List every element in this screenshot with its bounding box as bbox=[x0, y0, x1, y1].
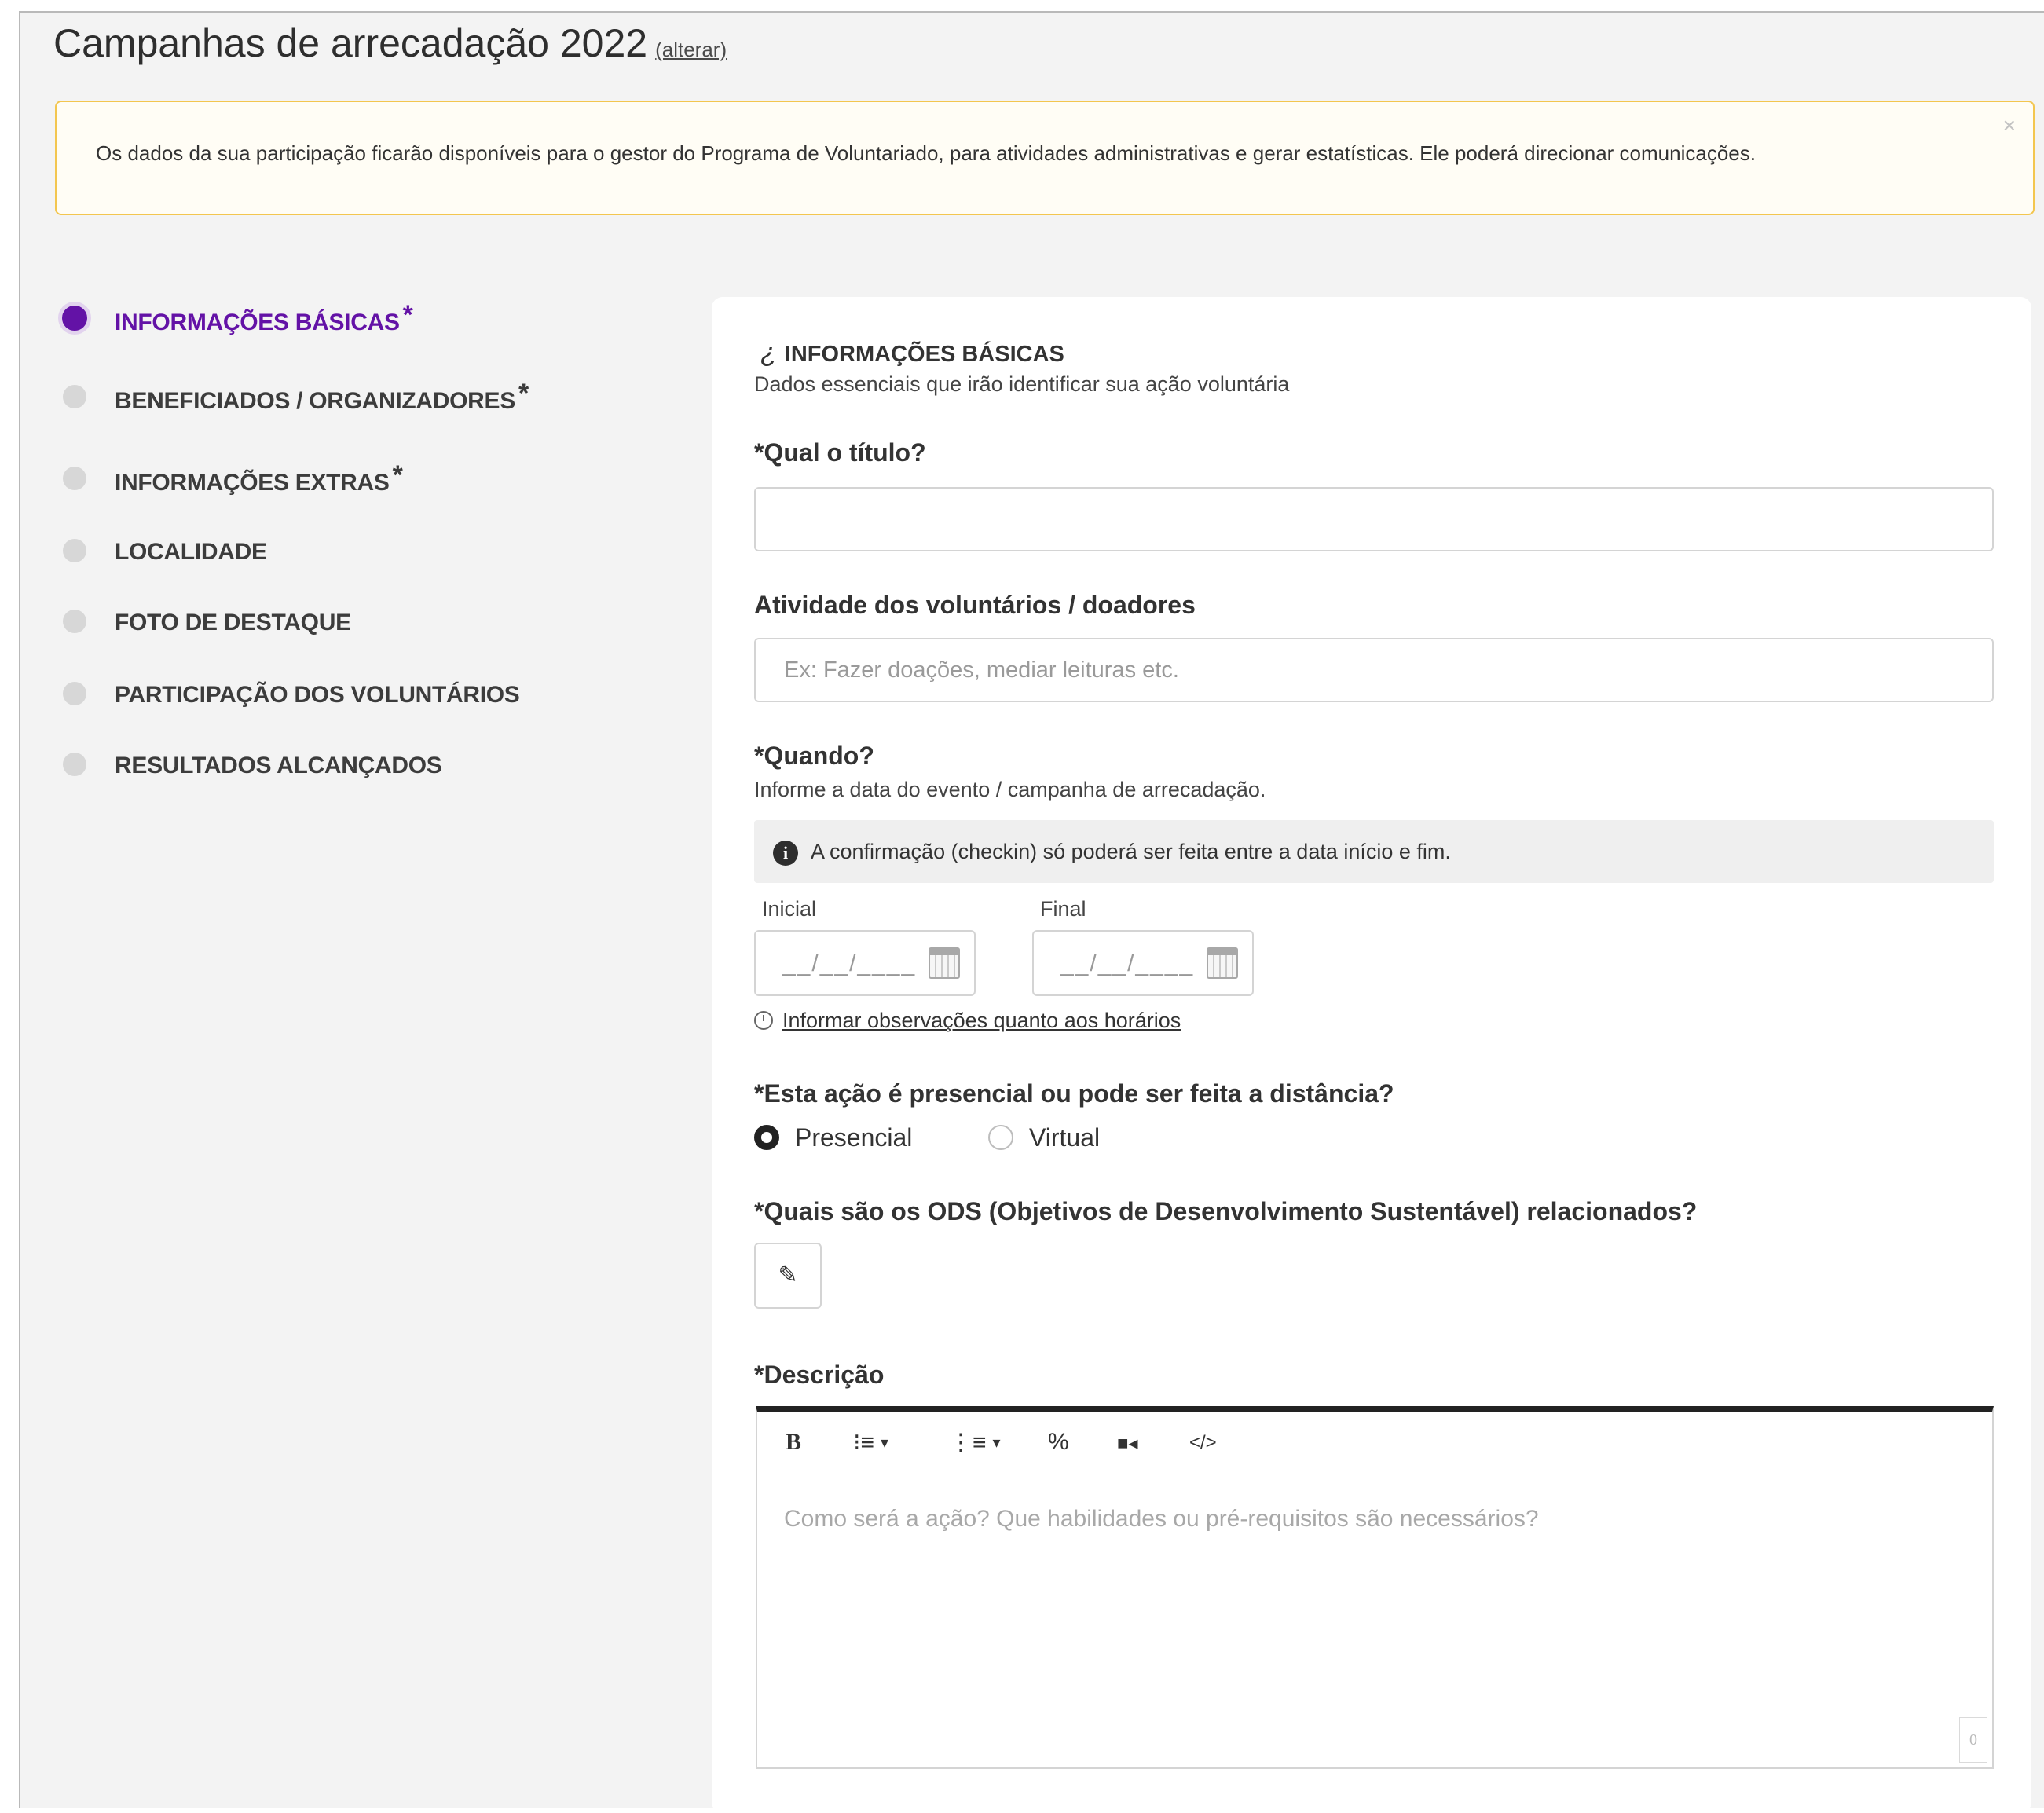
radio-checked-icon[interactable] bbox=[754, 1125, 779, 1150]
start-date-label: Inicial bbox=[762, 897, 817, 921]
info-icon: i bbox=[773, 841, 798, 866]
end-date-field[interactable]: __/__/____ bbox=[1032, 930, 1254, 996]
unordered-list-button[interactable]: ⋮≡ ▾ bbox=[949, 1429, 1001, 1456]
radio-virtual[interactable]: Virtual bbox=[988, 1123, 1100, 1152]
editor-toolbar: B ⁝≡ ▾ ⋮≡ ▾ % ■◂ </> bbox=[757, 1412, 1992, 1478]
description-editor[interactable]: B ⁝≡ ▾ ⋮≡ ▾ % ■◂ </> Como será a ação? Que… bbox=[756, 1406, 1994, 1769]
description-label: *Descrição bbox=[754, 1361, 885, 1389]
step-label: INFORMAÇÕES EXTRAS * bbox=[115, 460, 403, 496]
step-label: PARTICIPAÇÃO DOS VOLUNTÁRIOS bbox=[115, 682, 520, 708]
notice-banner: Os dados da sua participação ficarão dis… bbox=[55, 101, 2035, 215]
step-label: BENEFICIADOS / ORGANIZADORES * bbox=[115, 379, 529, 414]
checkin-info-bar: i A confirmação (checkin) só poderá ser … bbox=[754, 820, 1994, 883]
change-campaign-link[interactable]: (alterar) bbox=[655, 38, 727, 61]
ods-label: *Quais são os ODS (Objetivos de Desenvol… bbox=[754, 1197, 1698, 1225]
notice-text: Os dados da sua participação ficarão dis… bbox=[96, 141, 1756, 165]
activity-label: Atividade dos voluntários / doadores bbox=[754, 591, 1196, 619]
radio-label: Virtual bbox=[1029, 1123, 1101, 1152]
title-input[interactable] bbox=[754, 487, 1994, 551]
step-dot-icon bbox=[63, 610, 86, 633]
step-dot-icon bbox=[63, 682, 86, 705]
chevron-down-icon: ▾ bbox=[881, 1434, 889, 1452]
unordered-list-icon: ⋮≡ bbox=[949, 1430, 987, 1456]
start-date-field[interactable]: __/__/____ bbox=[754, 930, 976, 996]
radio-label: Presencial bbox=[795, 1123, 913, 1152]
date-mask: __/__/____ bbox=[1060, 950, 1195, 976]
pencil-icon: ✎ bbox=[778, 1262, 798, 1288]
step-dot-icon bbox=[63, 539, 86, 562]
page-title-text: Campanhas de arrecadação 2022 bbox=[53, 21, 648, 65]
clock-icon bbox=[754, 1011, 773, 1030]
description-placeholder[interactable]: Como será a ação? Que habilidades ou pré… bbox=[784, 1506, 1539, 1533]
question-icon: ¿ bbox=[760, 338, 777, 368]
chevron-down-icon: ▾ bbox=[992, 1434, 1001, 1452]
section-subtitle: Dados essenciais que irão identificar su… bbox=[754, 372, 1290, 396]
ordered-list-icon: ⁝≡ bbox=[853, 1430, 875, 1456]
close-icon[interactable]: × bbox=[2003, 113, 2016, 138]
video-button[interactable]: ■◂ bbox=[1117, 1432, 1138, 1455]
video-icon: ■◂ bbox=[1117, 1433, 1138, 1454]
activity-input[interactable] bbox=[754, 638, 1994, 702]
ordered-list-button[interactable]: ⁝≡ ▾ bbox=[853, 1429, 888, 1456]
code-view-button[interactable]: </> bbox=[1189, 1432, 1217, 1454]
form-card: ¿ INFORMAÇÕES BÁSICAS Dados essenciais qu… bbox=[712, 297, 2031, 1813]
end-date-label: Final bbox=[1040, 897, 1086, 921]
when-label: *Quando? bbox=[754, 742, 874, 770]
step-active-dot-icon bbox=[58, 302, 91, 335]
checkin-info-text: A confirmação (checkin) só poderá ser fe… bbox=[811, 840, 1451, 863]
calendar-icon[interactable] bbox=[929, 947, 960, 979]
page-title: Campanhas de arrecadação 2022 (alterar) bbox=[53, 20, 727, 66]
link-button[interactable]: % bbox=[1048, 1429, 1069, 1456]
required-mark: * bbox=[402, 300, 413, 330]
calendar-icon[interactable] bbox=[1207, 947, 1238, 979]
when-hint: Informe a data do evento / campanha de a… bbox=[754, 778, 1266, 801]
code-icon: </> bbox=[1189, 1432, 1217, 1453]
required-mark: * bbox=[392, 460, 403, 490]
step-dot-icon bbox=[63, 385, 86, 408]
ods-edit-button[interactable]: ✎ bbox=[754, 1243, 822, 1309]
char-counter: 0 bbox=[1959, 1717, 1987, 1763]
step-dot-icon bbox=[63, 467, 86, 490]
step-label: FOTO DE DESTAQUE bbox=[115, 610, 351, 635]
step-dot-icon bbox=[63, 753, 86, 776]
title-label: *Qual o título? bbox=[754, 438, 926, 467]
section-title: ¿ INFORMAÇÕES BÁSICAS bbox=[760, 338, 1064, 368]
radio-unchecked-icon[interactable] bbox=[988, 1125, 1013, 1150]
radio-presencial[interactable]: Presencial bbox=[754, 1123, 912, 1152]
schedule-notes-text[interactable]: Informar observações quanto aos horários bbox=[782, 1009, 1181, 1032]
step-label: LOCALIDADE bbox=[115, 539, 267, 565]
mode-label: *Esta ação é presencial ou pode ser feit… bbox=[754, 1079, 1394, 1108]
schedule-notes-link[interactable]: Informar observações quanto aos horários bbox=[754, 1009, 1181, 1033]
required-mark: * bbox=[518, 379, 529, 408]
step-label: INFORMAÇÕES BÁSICAS * bbox=[115, 300, 413, 335]
link-icon: % bbox=[1048, 1429, 1069, 1455]
bold-button[interactable]: B bbox=[786, 1429, 801, 1456]
step-label: RESULTADOS ALCANÇADOS bbox=[115, 753, 442, 778]
date-mask: __/__/____ bbox=[782, 950, 917, 976]
